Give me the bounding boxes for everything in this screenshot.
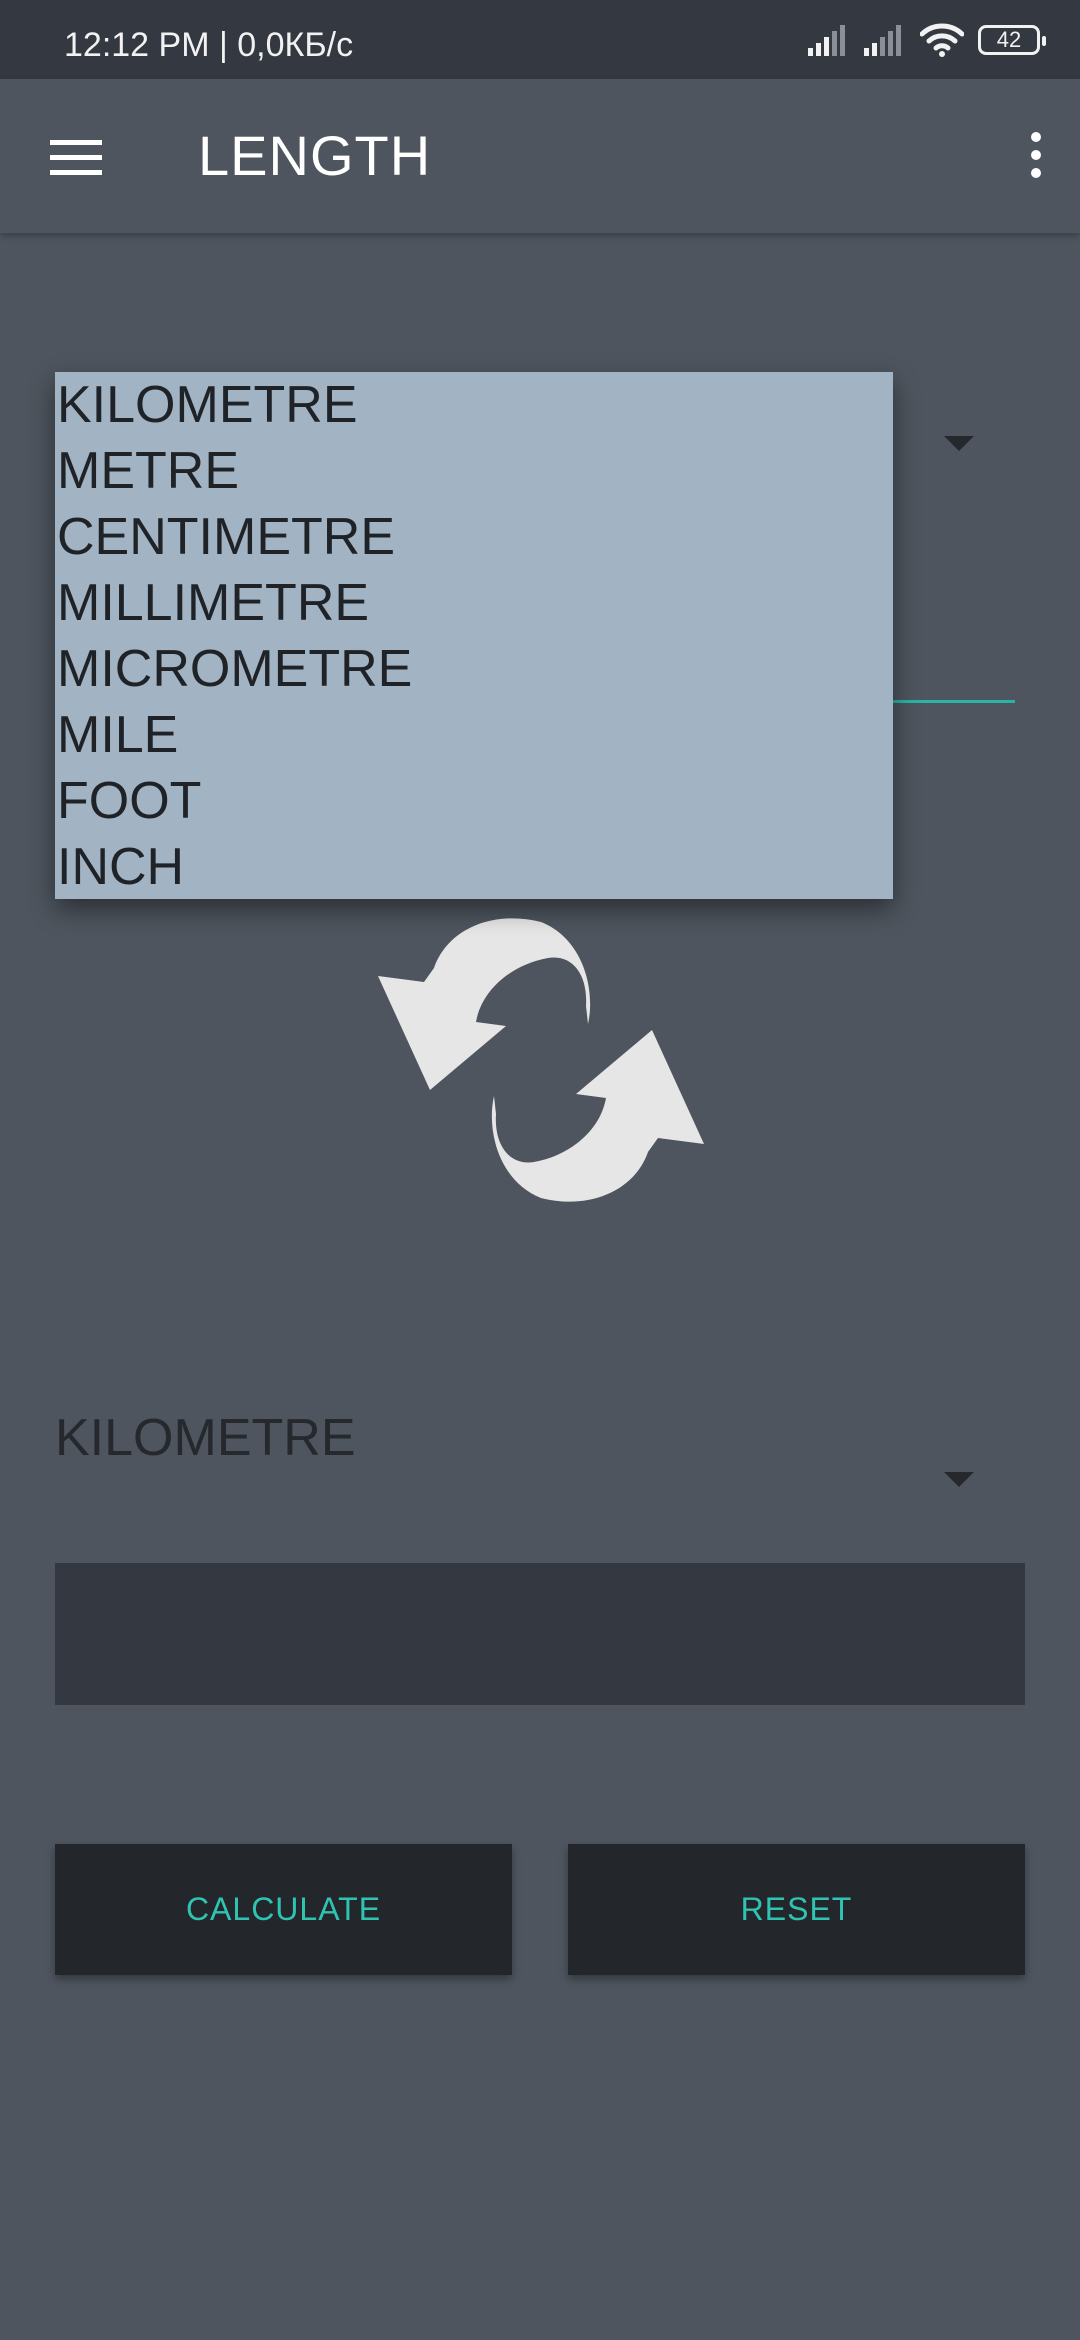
status-time: 12:12 PM | 0,0КБ/с (64, 26, 354, 64)
dropdown-item-foot[interactable]: FOOT (55, 768, 893, 834)
dropdown-item-metre[interactable]: METRE (55, 438, 893, 504)
from-unit-dropdown-arrow-icon[interactable] (944, 436, 974, 451)
status-bar: 12:12 PM | 0,0КБ/с 42 (0, 0, 1080, 79)
battery-level: 42 (996, 27, 1022, 52)
to-unit-selected: KILOMETRE (55, 1409, 356, 1467)
status-icons: 42 (808, 18, 1046, 62)
battery-icon: 42 (978, 25, 1046, 55)
app-toolbar: LENGTH (0, 79, 1080, 233)
dropdown-item-kilometre[interactable]: KILOMETRE (55, 372, 893, 438)
calculate-button[interactable]: CALCULATE (55, 1844, 512, 1975)
signal-icon (808, 25, 845, 56)
value-input-underline[interactable] (891, 700, 1015, 703)
app-screen: 12:12 PM | 0,0КБ/с 42 LENGTH KILOMETRE C… (0, 0, 1080, 2340)
dropdown-item-inch[interactable]: INCH (55, 834, 893, 900)
swap-units-icon[interactable] (376, 918, 706, 1202)
dropdown-item-centimetre[interactable]: CENTIMETRE (55, 504, 893, 570)
dropdown-item-millimetre[interactable]: MILLIMETRE (55, 570, 893, 636)
signal-icon (864, 25, 901, 56)
reset-button[interactable]: RESET (568, 1844, 1025, 1975)
dropdown-item-mile[interactable]: MILE (55, 702, 893, 768)
result-field (55, 1563, 1025, 1705)
wifi-icon (920, 23, 964, 57)
from-unit-dropdown-menu: KILOMETRE METRE CENTIMETRE MILLIMETRE MI… (55, 372, 893, 899)
dropdown-item-micrometre[interactable]: MICROMETRE (55, 636, 893, 702)
to-unit-spinner[interactable]: KILOMETRE (55, 1390, 1025, 1500)
more-vert-icon[interactable] (1016, 123, 1056, 195)
to-unit-dropdown-arrow-icon (944, 1472, 974, 1487)
page-title: LENGTH (198, 124, 432, 187)
hamburger-menu-icon[interactable] (44, 127, 108, 187)
